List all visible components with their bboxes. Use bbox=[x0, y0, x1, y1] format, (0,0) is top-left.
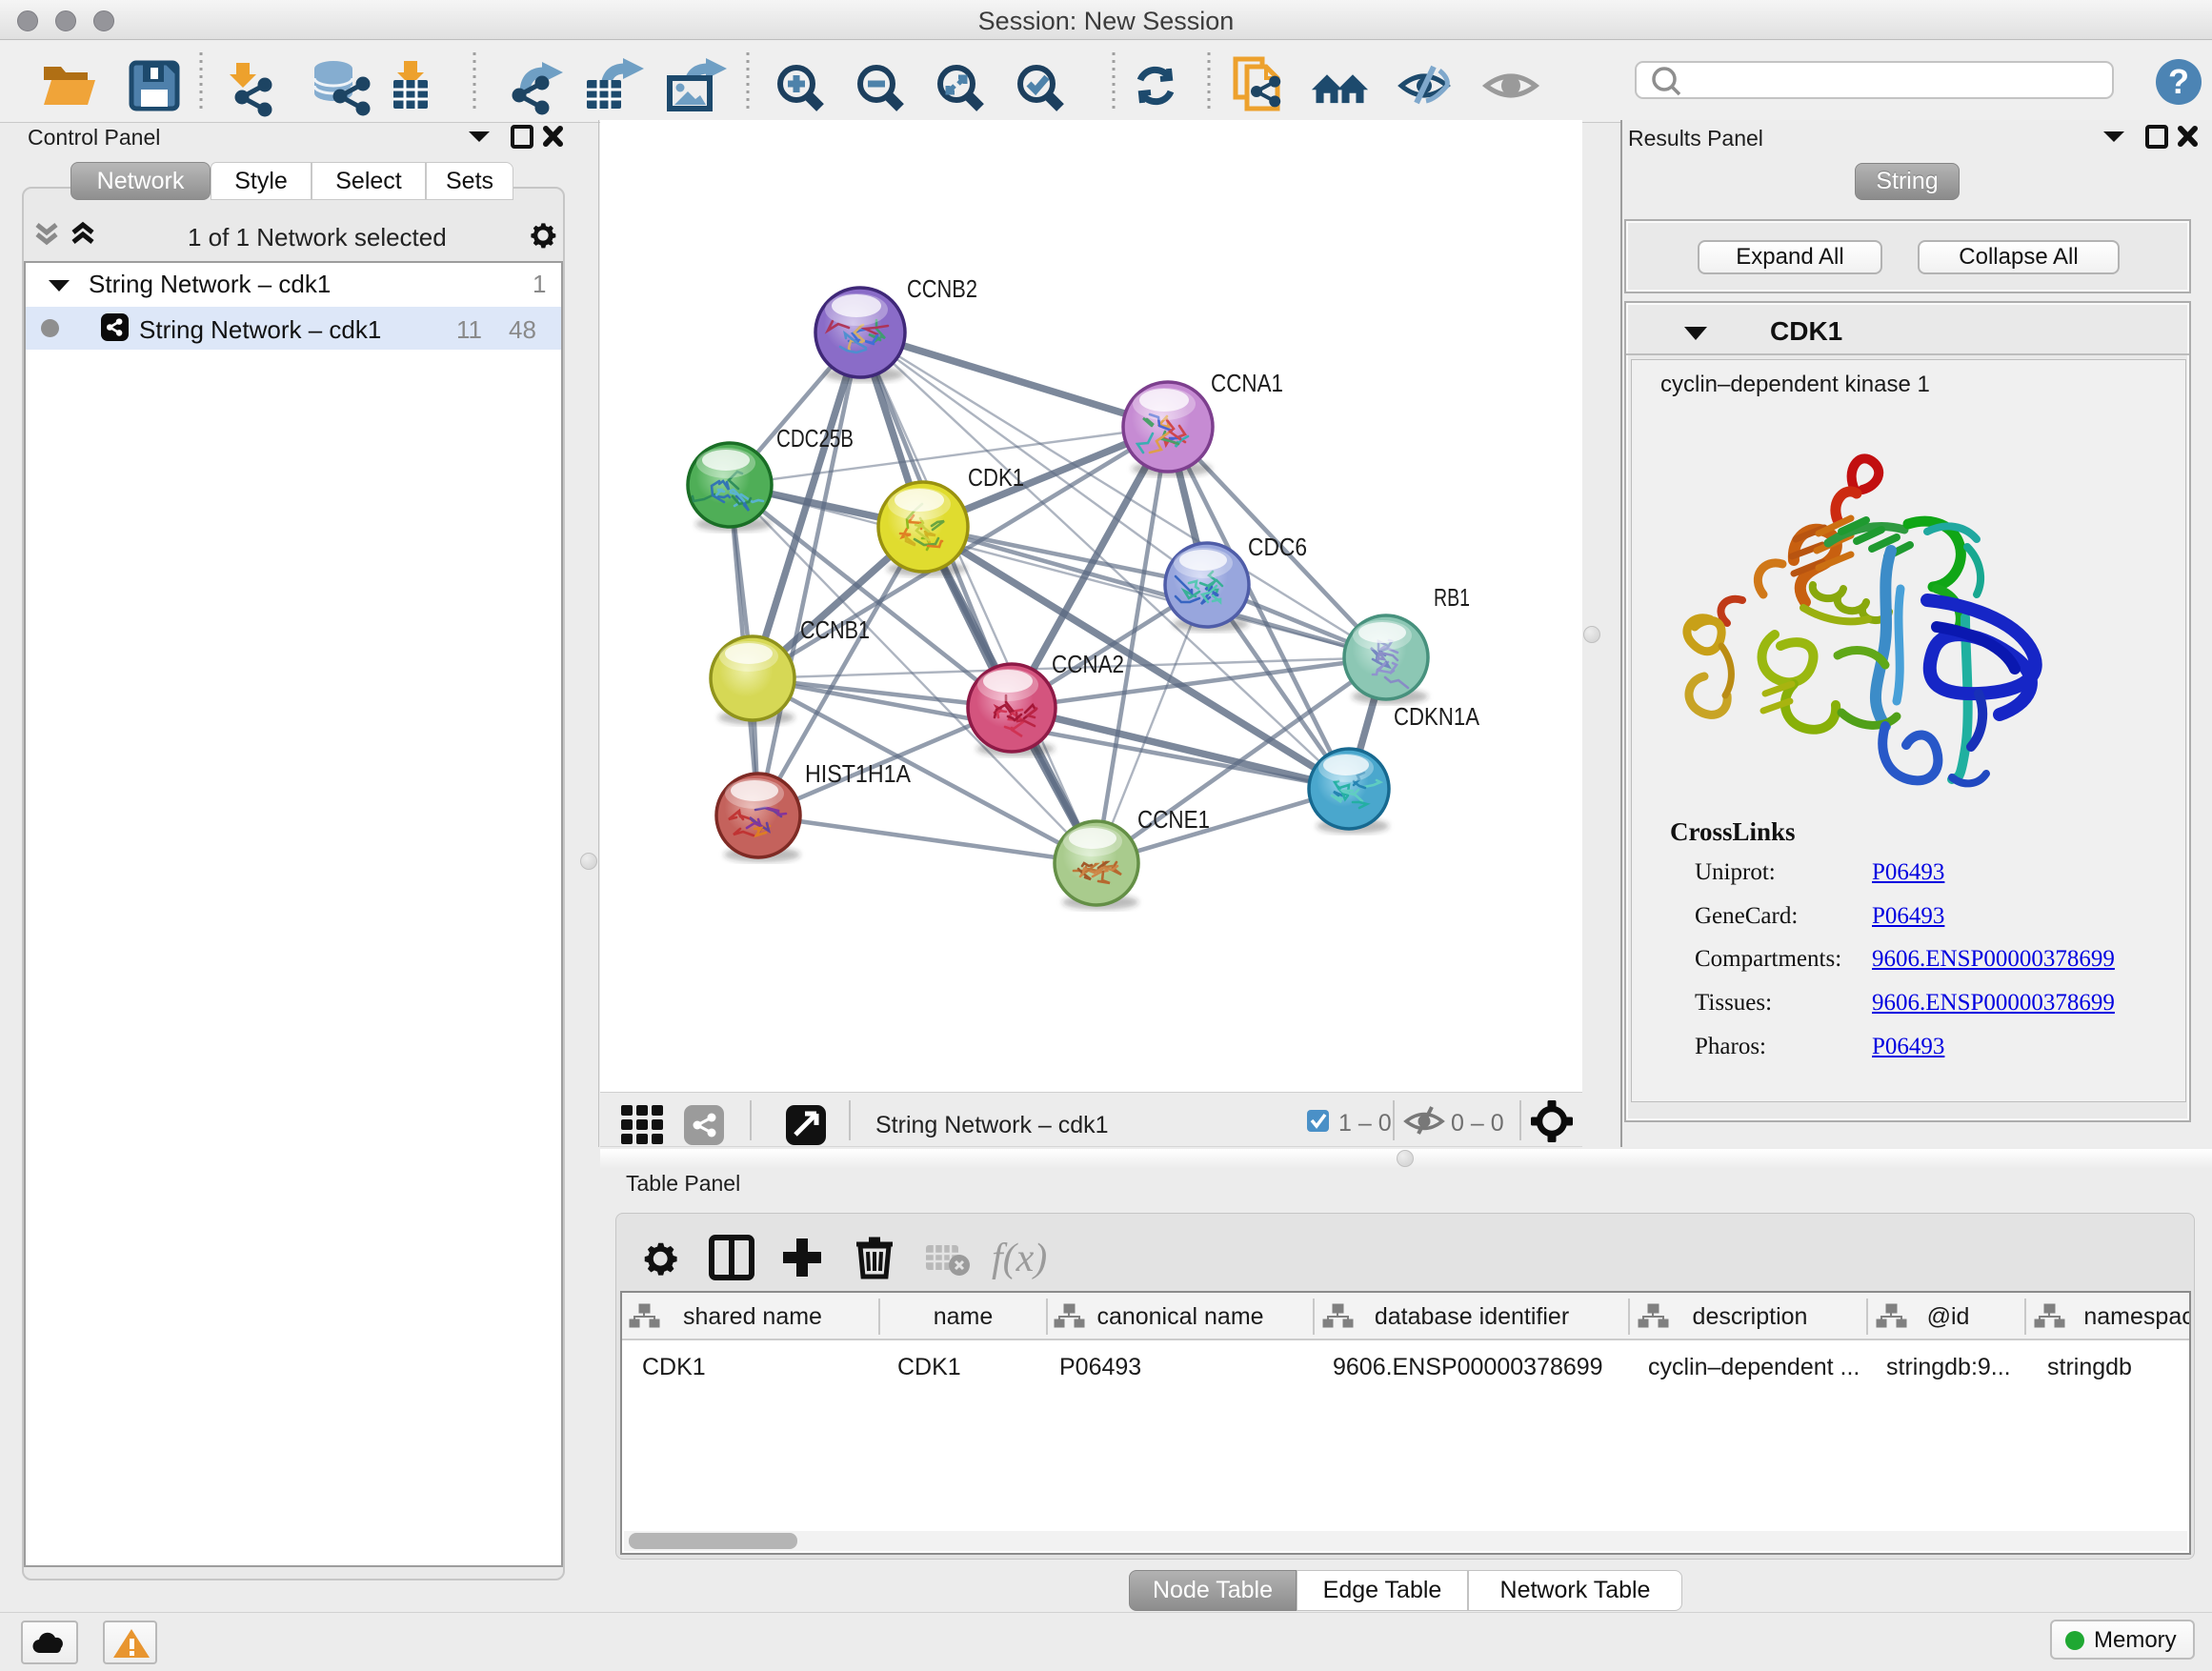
svg-text:CCNB1: CCNB1 bbox=[800, 615, 870, 644]
svg-text:CDC6: CDC6 bbox=[1248, 533, 1307, 561]
svg-text:name: name bbox=[934, 1303, 994, 1330]
svg-text:stringdb: stringdb bbox=[2047, 1354, 2132, 1380]
svg-text:canonical name: canonical name bbox=[1096, 1303, 1263, 1330]
svg-text:CDK1: CDK1 bbox=[642, 1354, 706, 1380]
svg-text:HIST1H1A: HIST1H1A bbox=[805, 759, 912, 788]
svg-text:CDK1: CDK1 bbox=[968, 463, 1024, 492]
svg-text:f(x): f(x) bbox=[992, 1237, 1047, 1280]
svg-text:stringdb:9...: stringdb:9... bbox=[1886, 1354, 2011, 1380]
svg-text:9606.ENSP00000378699: 9606.ENSP00000378699 bbox=[1333, 1354, 1603, 1380]
svg-text:cyclin–dependent ...: cyclin–dependent ... bbox=[1648, 1354, 1860, 1380]
svg-text:CCNB2: CCNB2 bbox=[907, 274, 977, 303]
svg-text:description: description bbox=[1693, 1303, 1808, 1330]
svg-text:P06493: P06493 bbox=[1059, 1354, 1141, 1380]
svg-text:namespace: namespace bbox=[2083, 1303, 2189, 1330]
svg-text:CDKN1A: CDKN1A bbox=[1394, 702, 1480, 731]
svg-text:shared name: shared name bbox=[683, 1303, 822, 1330]
svg-text:String Network – cdk1: String Network – cdk1 bbox=[875, 1112, 1109, 1138]
svg-text:@id: @id bbox=[1927, 1303, 1970, 1330]
svg-text:CCNA1: CCNA1 bbox=[1211, 369, 1283, 397]
svg-text:database identifier: database identifier bbox=[1375, 1303, 1569, 1330]
svg-text:RB1: RB1 bbox=[1434, 583, 1470, 612]
svg-text:1 – 0: 1 – 0 bbox=[1338, 1110, 1392, 1137]
svg-text:CDK1: CDK1 bbox=[897, 1354, 961, 1380]
svg-text:?: ? bbox=[2168, 62, 2189, 101]
svg-text:CCNE1: CCNE1 bbox=[1137, 805, 1210, 834]
svg-text:CCNA2: CCNA2 bbox=[1052, 650, 1124, 678]
svg-text:0 – 0: 0 – 0 bbox=[1451, 1110, 1504, 1137]
svg-text:CDC25B: CDC25B bbox=[776, 424, 854, 453]
